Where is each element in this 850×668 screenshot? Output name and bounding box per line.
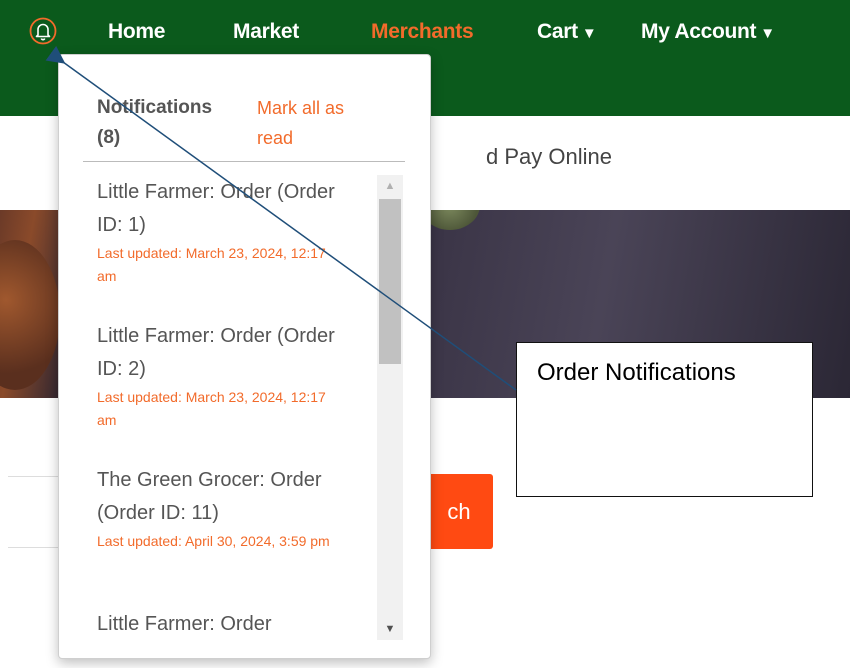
- nav-cart[interactable]: Cart ▼: [537, 20, 597, 44]
- scroll-up-arrow-icon[interactable]: ▲: [377, 175, 403, 197]
- tagline-text: d Pay Online: [486, 144, 612, 169]
- notifications-header: Notifications (8) Mark all as read: [59, 55, 430, 161]
- notifications-count: (8): [97, 127, 121, 148]
- notifications-list: Little Farmer: Order (Order ID: 1) Last …: [59, 162, 430, 658]
- scroll-thumb[interactable]: [379, 199, 401, 364]
- nav-cart-label: Cart: [537, 20, 578, 43]
- notifications-dropdown: Notifications (8) Mark all as read Littl…: [58, 54, 431, 659]
- chevron-down-icon: ▼: [581, 25, 597, 42]
- scroll-down-arrow-icon[interactable]: ▼: [377, 618, 403, 640]
- notification-item[interactable]: Little Farmer: Order (Order ID: 2) Last …: [97, 320, 347, 432]
- nav-market[interactable]: Market: [233, 20, 299, 44]
- notifications-scrollbar[interactable]: ▲ ▼: [377, 175, 403, 640]
- nav-my-account[interactable]: My Account ▼: [641, 20, 775, 44]
- notifications-title-label: Notifications: [97, 97, 213, 118]
- notification-title: Little Farmer: Order (Order ID: 1): [97, 181, 335, 236]
- annotation-callout: Order Notifications: [516, 342, 813, 497]
- notification-title: Little Farmer: Order: [97, 613, 272, 635]
- notification-item[interactable]: Little Farmer: Order (Order ID: 1) Last …: [97, 176, 347, 288]
- notification-timestamp: Last updated: April 30, 2024, 3:59 pm: [97, 533, 330, 549]
- nav-my-account-label: My Account: [641, 20, 757, 43]
- bell-icon: [29, 17, 57, 45]
- notification-title: The Green Grocer: Order (Order ID: 11): [97, 469, 322, 524]
- callout-text: Order Notifications: [537, 359, 736, 386]
- nav-merchants[interactable]: Merchants: [371, 20, 474, 44]
- notifications-title: Notifications (8): [97, 93, 247, 153]
- notifications-button[interactable]: [26, 14, 60, 48]
- chevron-down-icon: ▼: [760, 25, 775, 42]
- notification-timestamp: Last updated: March 23, 2024, 12:17 am: [97, 389, 326, 428]
- notification-item[interactable]: Little Farmer: Order: [97, 608, 347, 641]
- mark-all-read-link[interactable]: Mark all as read: [257, 93, 377, 153]
- notification-item[interactable]: The Green Grocer: Order (Order ID: 11) L…: [97, 464, 347, 553]
- notification-timestamp: Last updated: March 23, 2024, 12:17 am: [97, 245, 326, 284]
- notification-title: Little Farmer: Order (Order ID: 2): [97, 325, 335, 380]
- nav-home[interactable]: Home: [108, 20, 165, 44]
- hero-food-image: [0, 240, 60, 390]
